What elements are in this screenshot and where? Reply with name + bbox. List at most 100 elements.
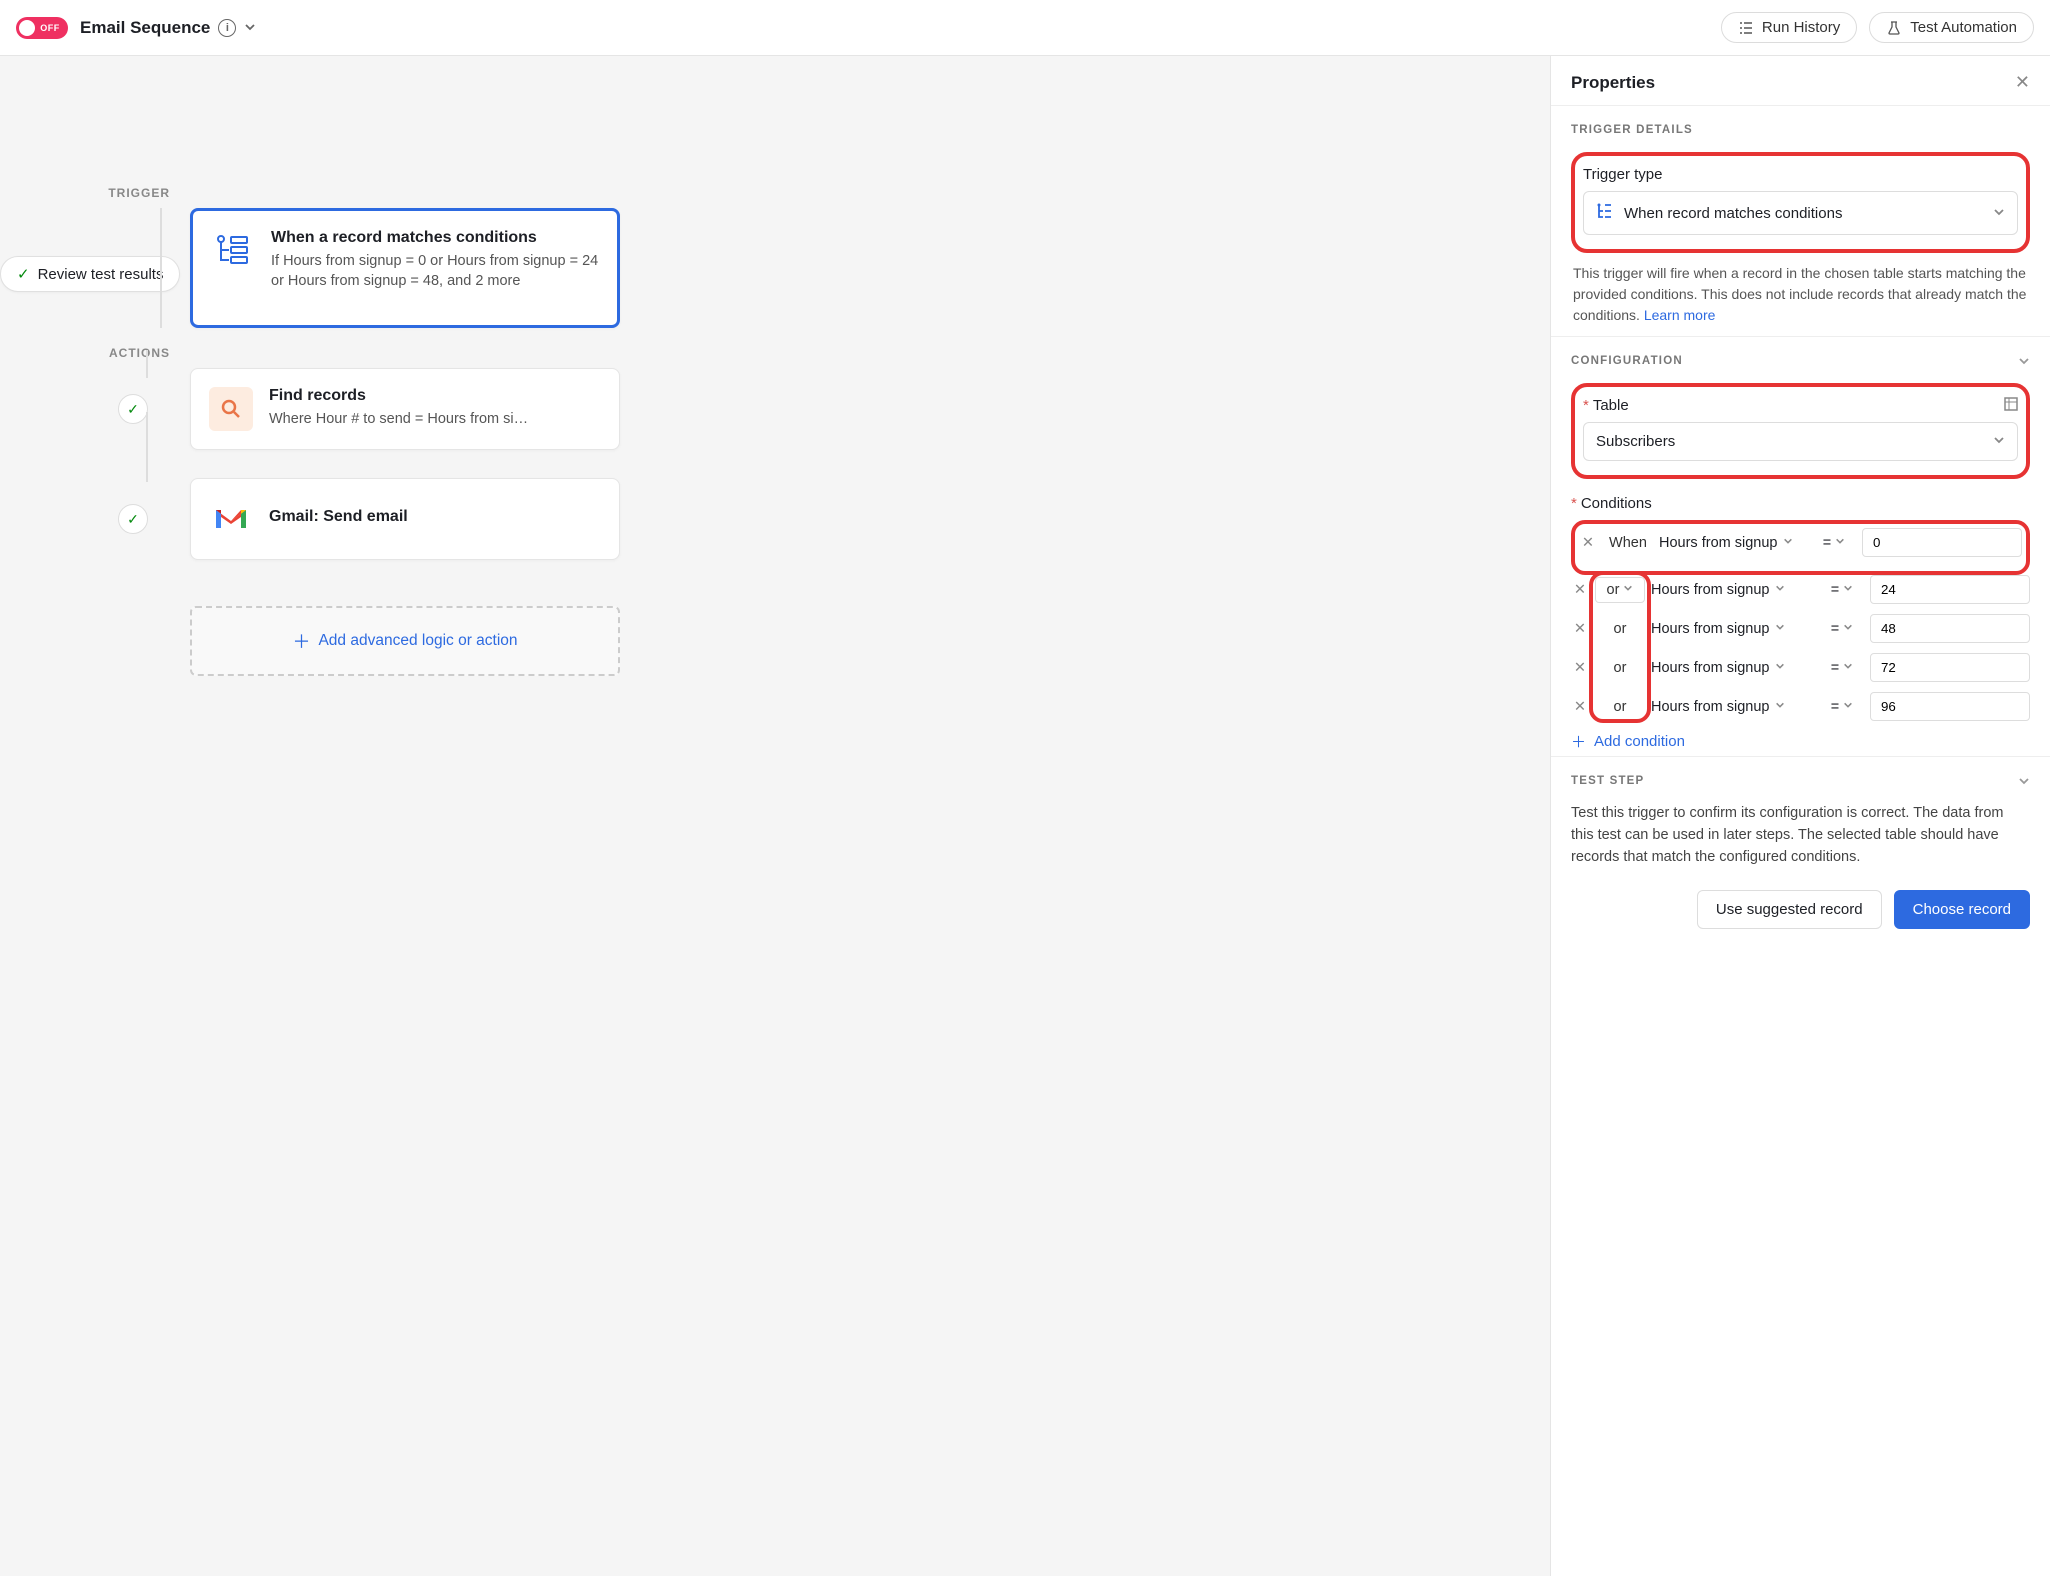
configuration-heading: CONFIGURATION: [1571, 355, 1683, 367]
condition-field-select[interactable]: Hours from signup: [1651, 582, 1814, 598]
add-logic-label: Add advanced logic or action: [318, 632, 517, 650]
remove-condition-icon[interactable]: ✕: [1571, 699, 1589, 715]
find-card-title: Find records: [269, 387, 601, 405]
actions-section-label: ACTIONS: [90, 346, 170, 360]
chevron-down-icon: [1775, 700, 1785, 713]
flask-icon: [1886, 20, 1902, 36]
chevron-down-icon: [1775, 661, 1785, 674]
condition-row: ✕ or Hours from signup =: [1571, 692, 2030, 721]
condition-operator-select[interactable]: =: [1820, 621, 1864, 637]
chevron-down-icon: [1843, 661, 1853, 674]
test-step-description: Test this trigger to confirm its configu…: [1571, 803, 2030, 868]
condition-field-select[interactable]: Hours from signup: [1659, 535, 1806, 551]
flow-icon: [211, 229, 255, 273]
plus-icon: ＋: [1571, 731, 1586, 752]
run-history-button[interactable]: Run History: [1721, 12, 1857, 43]
learn-more-link[interactable]: Learn more: [1644, 307, 1716, 323]
test-automation-button[interactable]: Test Automation: [1869, 12, 2034, 43]
conditions-label: Conditions: [1581, 495, 1652, 512]
table-select[interactable]: Subscribers: [1583, 422, 2018, 461]
trigger-type-select[interactable]: When record matches conditions: [1583, 191, 2018, 235]
conjunction-select[interactable]: or: [1595, 577, 1645, 603]
condition-field-select[interactable]: Hours from signup: [1651, 699, 1814, 715]
properties-panel: Properties ✕ TRIGGER DETAILS Trigger typ…: [1550, 56, 2050, 1576]
add-condition-button[interactable]: ＋ Add condition: [1571, 731, 2030, 752]
condition-operator-select[interactable]: =: [1820, 699, 1864, 715]
condition-row: ✕ or Hours from signup =: [1571, 575, 2030, 604]
trigger-type-label: Trigger type: [1583, 166, 2018, 183]
condition-operator-select[interactable]: =: [1820, 660, 1864, 676]
close-icon[interactable]: ✕: [2015, 72, 2030, 93]
condition-value-input[interactable]: [1870, 575, 2030, 604]
add-logic-button[interactable]: ＋ Add advanced logic or action: [190, 606, 620, 676]
table-value: Subscribers: [1596, 433, 1675, 450]
check-icon: ✓: [17, 265, 30, 283]
condition-operator-select[interactable]: =: [1812, 535, 1856, 551]
chevron-down-icon: [1993, 206, 2005, 221]
trigger-card-subtitle: If Hours from signup = 0 or Hours from s…: [271, 251, 599, 292]
conjunction-select[interactable]: or: [1595, 699, 1645, 715]
branch-icon: [1596, 202, 1614, 224]
remove-condition-icon[interactable]: ✕: [1579, 535, 1597, 551]
gmail-card[interactable]: Gmail: Send email: [190, 478, 620, 560]
chevron-down-icon[interactable]: [2018, 355, 2030, 370]
remove-condition-icon[interactable]: ✕: [1571, 621, 1589, 637]
required-star: *: [1571, 495, 1577, 512]
condition-value-input[interactable]: [1870, 692, 2030, 721]
trigger-type-value: When record matches conditions: [1624, 205, 1842, 222]
chevron-down-icon[interactable]: [2018, 775, 2030, 790]
remove-condition-icon[interactable]: ✕: [1571, 660, 1589, 676]
expand-icon[interactable]: [2004, 397, 2018, 414]
test-automation-label: Test Automation: [1910, 19, 2017, 36]
condition-row: ✕ or Hours from signup =: [1571, 653, 2030, 682]
condition-value-input[interactable]: [1862, 528, 2022, 557]
search-icon: [209, 387, 253, 431]
conjunction-select: When: [1603, 535, 1653, 551]
required-star: *: [1583, 397, 1589, 414]
chevron-down-icon: [1835, 536, 1845, 549]
conjunction-select[interactable]: or: [1595, 621, 1645, 637]
chevron-down-icon: [1783, 536, 1793, 549]
step-status-check-icon: ✓: [118, 504, 148, 534]
trigger-details-heading: TRIGGER DETAILS: [1571, 124, 2030, 136]
panel-title: Properties: [1571, 73, 1655, 93]
remove-condition-icon[interactable]: ✕: [1571, 582, 1589, 598]
run-history-label: Run History: [1762, 19, 1840, 36]
condition-operator-select[interactable]: =: [1820, 582, 1864, 598]
chevron-down-icon: [1843, 583, 1853, 596]
toggle-label: OFF: [35, 23, 65, 33]
gmail-card-title: Gmail: Send email: [269, 508, 601, 526]
conjunction-select[interactable]: or: [1595, 660, 1645, 676]
highlight-trigger-type: Trigger type When record matches conditi…: [1571, 152, 2030, 253]
plus-icon: ＋: [292, 628, 310, 654]
highlight-first-condition: ✕ When Hours from signup =: [1571, 520, 2030, 575]
automation-toggle[interactable]: OFF: [16, 17, 68, 39]
chevron-down-icon[interactable]: [244, 18, 256, 38]
condition-field-select[interactable]: Hours from signup: [1651, 660, 1814, 676]
condition-row: ✕ or Hours from signup =: [1571, 614, 2030, 643]
use-suggested-record-button[interactable]: Use suggested record: [1697, 890, 1882, 929]
condition-value-input[interactable]: [1870, 614, 2030, 643]
list-icon: [1738, 20, 1754, 36]
condition-value-input[interactable]: [1870, 653, 2030, 682]
test-step-heading: TEST STEP: [1571, 775, 1644, 787]
trigger-description: This trigger will fire when a record in …: [1573, 265, 2026, 323]
automation-canvas[interactable]: ✓ Review test results TRIGGER: [0, 56, 1550, 1576]
choose-record-button[interactable]: Choose record: [1894, 890, 2030, 929]
chevron-down-icon: [1623, 583, 1633, 596]
find-records-card[interactable]: Find records Where Hour # to send = Hour…: [190, 368, 620, 450]
table-label: Table: [1593, 397, 1629, 414]
condition-row: ✕ When Hours from signup =: [1579, 528, 2022, 557]
highlight-table: * Table Subscribers: [1571, 383, 2030, 479]
add-condition-label: Add condition: [1594, 733, 1685, 750]
step-status-check-icon: ✓: [118, 394, 148, 424]
gmail-icon: [209, 497, 253, 541]
info-icon[interactable]: i: [218, 19, 236, 37]
toggle-knob: [19, 20, 35, 36]
chevron-down-icon: [1843, 622, 1853, 635]
trigger-card[interactable]: When a record matches conditions If Hour…: [190, 208, 620, 328]
chevron-down-icon: [1843, 700, 1853, 713]
chevron-down-icon: [1775, 622, 1785, 635]
automation-title: Email Sequence i: [80, 18, 256, 38]
condition-field-select[interactable]: Hours from signup: [1651, 621, 1814, 637]
